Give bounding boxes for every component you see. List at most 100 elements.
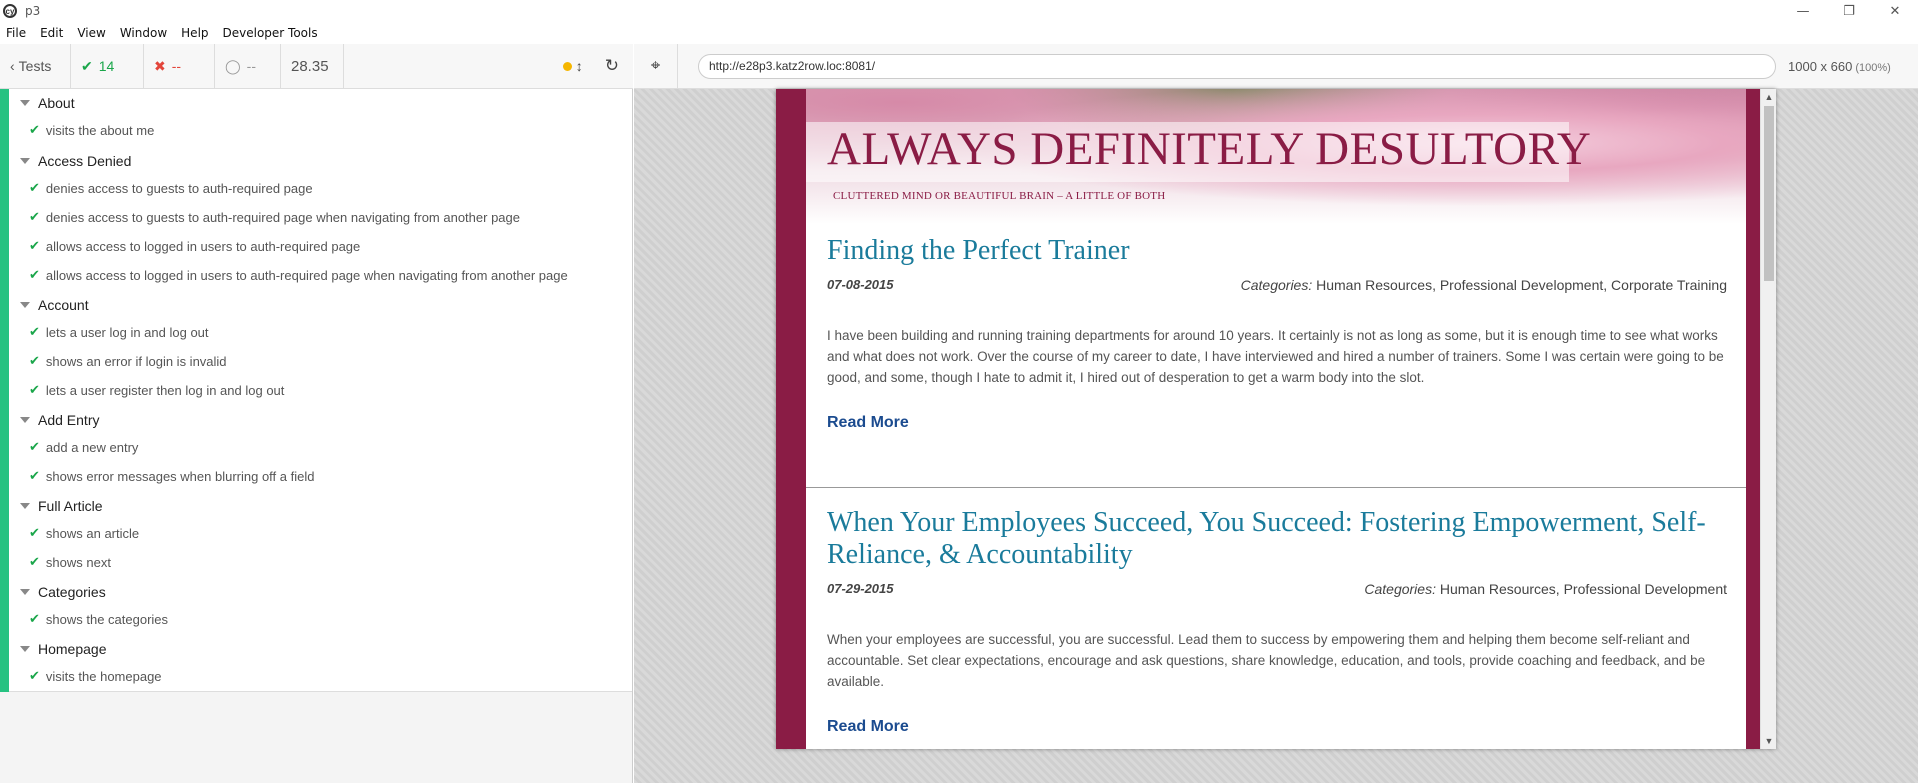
url-text: http://e28p3.katz2row.loc:8081/ bbox=[709, 59, 876, 73]
scroll-up-icon[interactable]: ▲ bbox=[1761, 89, 1776, 105]
close-button[interactable]: ✕ bbox=[1872, 0, 1918, 22]
site-title[interactable]: ALWAYS DEFINITELY DESULTORY bbox=[827, 122, 1591, 176]
read-more-link[interactable]: Read More bbox=[827, 414, 1727, 432]
reload-icon[interactable]: ↻ bbox=[605, 56, 619, 76]
test-item[interactable]: ✔ visits the about me bbox=[29, 123, 154, 138]
title-bar: cy p3 — ❐ ✕ bbox=[0, 0, 1918, 22]
suite-access-denied[interactable]: Access Denied bbox=[20, 152, 131, 170]
menu-file[interactable]: File bbox=[0, 26, 33, 40]
test-item[interactable]: ✔ allows access to logged in users to aut… bbox=[29, 239, 360, 254]
read-more-link[interactable]: Read More bbox=[827, 718, 1727, 736]
post-meta: 07-29-2015 Categories: Human Resources, … bbox=[827, 581, 1727, 599]
pending-count: ◯ -- bbox=[215, 43, 281, 89]
test-item[interactable]: ✔ shows the categories bbox=[29, 612, 168, 627]
duration: 28.35 bbox=[281, 43, 344, 89]
suite-full-article[interactable]: Full Article bbox=[20, 497, 103, 515]
running-indicator-icon bbox=[562, 61, 572, 71]
menu-edit[interactable]: Edit bbox=[33, 26, 70, 40]
post-categories: Categories: Human Resources, Professiona… bbox=[1364, 581, 1727, 597]
minimize-button[interactable]: — bbox=[1780, 0, 1826, 22]
menu-view[interactable]: View bbox=[70, 26, 112, 40]
post-excerpt: I have been building and running trainin… bbox=[827, 328, 1724, 385]
failed-count: ✖ -- bbox=[144, 43, 215, 89]
test-item[interactable]: ✔ lets a user register then log in and lo… bbox=[29, 383, 284, 398]
test-item[interactable]: ✔ shows an article bbox=[29, 526, 139, 541]
caret-down-icon bbox=[20, 589, 30, 595]
runner-header: ‹ Tests ✔ 14 ✖ -- ◯ -- 28.35 ↕ ↻ bbox=[0, 43, 633, 89]
passed-count: ✔ 14 bbox=[71, 43, 144, 89]
check-icon: ✔ bbox=[29, 555, 40, 570]
caret-down-icon bbox=[20, 100, 30, 106]
post: When Your Employees Succeed, You Succeed… bbox=[827, 507, 1727, 736]
test-list: About ✔ visits the about me Access Denied… bbox=[0, 89, 632, 692]
caret-down-icon bbox=[20, 302, 30, 308]
tests-label: Tests bbox=[18, 58, 52, 74]
check-icon: ✔ bbox=[29, 181, 40, 196]
check-icon: ✔ bbox=[81, 57, 93, 74]
viewport-info[interactable]: 1000 x 660 (100%) bbox=[1788, 59, 1891, 74]
test-item[interactable]: ✔ lets a user log in and log out bbox=[29, 325, 209, 340]
check-icon: ✔ bbox=[29, 612, 40, 627]
test-item[interactable]: ✔ denies access to guests to auth-require… bbox=[29, 181, 313, 196]
suite-add-entry[interactable]: Add Entry bbox=[20, 411, 99, 429]
back-to-tests-button[interactable]: ‹ Tests bbox=[0, 43, 71, 89]
scroll-thumb[interactable] bbox=[1764, 106, 1774, 281]
check-icon: ✔ bbox=[29, 469, 40, 484]
suite-about[interactable]: About bbox=[20, 94, 75, 112]
check-icon: ✔ bbox=[29, 354, 40, 369]
check-icon: ✔ bbox=[29, 383, 40, 398]
post-excerpt: When your employees are successful, you … bbox=[827, 632, 1706, 689]
page-scrollbar[interactable]: ▲ ▼ bbox=[1760, 89, 1776, 749]
check-icon: ✔ bbox=[29, 268, 40, 283]
circle-icon: ◯ bbox=[225, 57, 241, 74]
check-icon: ✔ bbox=[29, 669, 40, 684]
test-item[interactable]: ✔ visits the homepage bbox=[29, 669, 162, 684]
check-icon: ✔ bbox=[29, 440, 40, 455]
auto-scroll-toggle-icon[interactable]: ↕ bbox=[576, 58, 583, 74]
aut-iframe: ALWAYS DEFINITELY DESULTORY CLUTTERED MI… bbox=[776, 89, 1776, 749]
check-icon: ✔ bbox=[29, 325, 40, 340]
suite-homepage[interactable]: Homepage bbox=[20, 640, 107, 658]
test-item[interactable]: ✔ allows access to logged in users to aut… bbox=[29, 268, 568, 283]
post-title[interactable]: Finding the Perfect Trainer bbox=[827, 235, 1727, 267]
restore-button[interactable]: ❐ bbox=[1826, 0, 1872, 22]
x-icon: ✖ bbox=[154, 57, 166, 74]
test-item[interactable]: ✔ shows an error if login is invalid bbox=[29, 354, 227, 369]
post-meta: 07-08-2015 Categories: Human Resources, … bbox=[827, 277, 1727, 295]
site-tagline: CLUTTERED MIND OR BEAUTIFUL BRAIN – A LI… bbox=[833, 190, 1166, 202]
caret-down-icon bbox=[20, 158, 30, 164]
post-date: 07-08-2015 bbox=[827, 277, 894, 292]
suite-account[interactable]: Account bbox=[20, 296, 89, 314]
menu-bar: File Edit View Window Help Developer Too… bbox=[0, 22, 1918, 44]
url-bar[interactable]: http://e28p3.katz2row.loc:8081/ bbox=[698, 53, 1776, 79]
post-title[interactable]: When Your Employees Succeed, You Succeed… bbox=[827, 507, 1727, 571]
test-item[interactable]: ✔ denies access to guests to auth-require… bbox=[29, 210, 520, 225]
caret-down-icon bbox=[20, 417, 30, 423]
pending-value: -- bbox=[246, 58, 256, 74]
check-icon: ✔ bbox=[29, 210, 40, 225]
post-divider bbox=[806, 487, 1746, 488]
passed-value: 14 bbox=[98, 58, 115, 74]
test-item[interactable]: ✔ shows next bbox=[29, 555, 111, 570]
chevron-left-icon: ‹ bbox=[10, 58, 15, 74]
caret-down-icon bbox=[20, 646, 30, 652]
menu-window[interactable]: Window bbox=[113, 26, 174, 40]
window-title: p3 bbox=[25, 4, 41, 18]
test-item[interactable]: ✔ shows error messages when blurring off … bbox=[29, 469, 314, 484]
check-icon: ✔ bbox=[29, 239, 40, 254]
suite-categories[interactable]: Categories bbox=[20, 583, 106, 601]
post-date: 07-29-2015 bbox=[827, 581, 894, 596]
site-page: ALWAYS DEFINITELY DESULTORY CLUTTERED MI… bbox=[776, 89, 1760, 749]
selector-playground-icon[interactable]: ⌖ bbox=[634, 43, 678, 89]
post-categories: Categories: Human Resources, Professiona… bbox=[1240, 277, 1727, 293]
check-icon: ✔ bbox=[29, 526, 40, 541]
post: Finding the Perfect Trainer 07-08-2015 C… bbox=[827, 235, 1727, 432]
menu-help[interactable]: Help bbox=[174, 26, 215, 40]
window-controls: — ❐ ✕ bbox=[1780, 0, 1918, 22]
test-item[interactable]: ✔ add a new entry bbox=[29, 440, 138, 455]
menu-developer-tools[interactable]: Developer Tools bbox=[216, 26, 325, 40]
cypress-logo-icon: cy bbox=[3, 4, 17, 18]
scroll-down-icon[interactable]: ▼ bbox=[1761, 733, 1776, 749]
aut-header: ⌖ http://e28p3.katz2row.loc:8081/ 1000 x… bbox=[634, 43, 1918, 89]
check-icon: ✔ bbox=[29, 123, 40, 138]
